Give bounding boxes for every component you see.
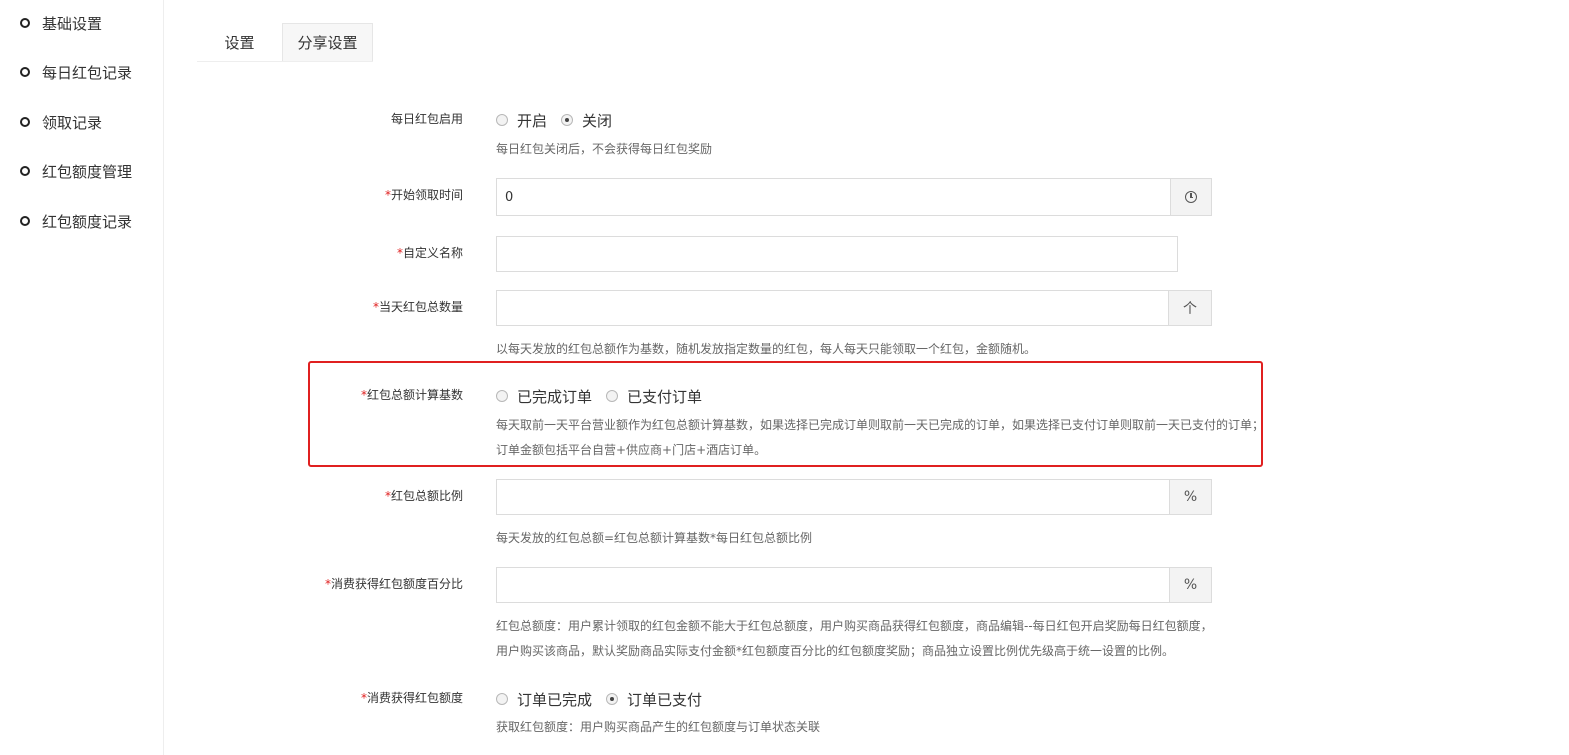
- calc-base-help-line1: 每天取前一天平台营业额作为红包总额计算基数，如果选择已完成订单则取前一天已完成的…: [496, 418, 1265, 432]
- consume-quota-radio-group: 订单已完成 订单已支付: [496, 689, 716, 709]
- ratio-unit: %: [1169, 479, 1212, 515]
- consume-percent-unit: %: [1169, 567, 1212, 603]
- consume-quota-help: 获取红包额度：用户购买商品产生的红包额度与订单状态关联: [496, 720, 821, 734]
- sidebar-item-claim-records[interactable]: 领取记录: [20, 111, 102, 133]
- sidebar-item-basic-settings[interactable]: 基础设置: [20, 12, 102, 34]
- consume-percent-help-line2: 用户购买该商品，默认奖励商品实际支付金额*红包额度百分比的红包额度奖励；商品独立…: [496, 644, 1175, 658]
- ratio-label: *红包总额比例: [384, 489, 463, 503]
- radio-checked-icon: [606, 693, 619, 705]
- radio-unchecked-icon: [606, 390, 619, 402]
- custom-name-label: *自定义名称: [396, 246, 463, 260]
- radio-label: 订单已完成: [517, 690, 593, 709]
- calc-base-label: *红包总额计算基数: [360, 388, 463, 402]
- custom-name-input[interactable]: [496, 236, 1178, 272]
- radio-label: 订单已支付: [627, 690, 703, 709]
- circle-icon: [20, 216, 30, 226]
- daily-count-unit: 个: [1168, 290, 1212, 326]
- radio-label: 已完成订单: [517, 387, 593, 406]
- radio-label: 开启: [517, 111, 548, 130]
- tab-bar: 设置 分享设置: [197, 23, 373, 62]
- calc-base-radio-completed[interactable]: 已完成订单: [496, 386, 592, 407]
- clock-icon: [1185, 191, 1197, 203]
- consume-quota-label: *消费获得红包额度: [360, 691, 463, 705]
- daily-count-input[interactable]: [496, 290, 1170, 326]
- radio-unchecked-icon: [496, 114, 508, 126]
- consume-quota-radio-paid[interactable]: 订单已支付: [606, 689, 702, 710]
- enable-radio-on[interactable]: 开启: [496, 110, 547, 131]
- tab-settings[interactable]: 设置: [197, 23, 282, 61]
- sidebar-item-quota-records[interactable]: 红包额度记录: [20, 210, 132, 232]
- sidebar-item-label: 领取记录: [42, 113, 103, 132]
- radio-label: 关闭: [582, 111, 613, 130]
- sidebar-item-label: 红包额度记录: [42, 212, 133, 231]
- enable-label: 每日红包启用: [390, 112, 463, 126]
- calc-base-radio-paid[interactable]: 已支付订单: [606, 386, 702, 407]
- circle-icon: [20, 166, 30, 176]
- enable-radio-off[interactable]: 关闭: [561, 110, 612, 131]
- calc-base-help-line2: 订单金额包括平台自营+供应商+门店+酒店订单。: [496, 443, 767, 457]
- start-time-picker-button[interactable]: [1170, 178, 1212, 216]
- sidebar-item-label: 红包额度管理: [42, 162, 133, 181]
- sidebar-item-label: 基础设置: [42, 14, 103, 33]
- radio-unchecked-icon: [496, 390, 508, 402]
- circle-icon: [20, 18, 30, 28]
- enable-help: 每日红包关闭后，不会获得每日红包奖励: [496, 142, 713, 156]
- ratio-input[interactable]: [496, 479, 1171, 515]
- ratio-help: 每天发放的红包总额=红包总额计算基数*每日红包总额比例: [496, 531, 813, 545]
- tab-share-settings[interactable]: 分享设置: [282, 23, 373, 61]
- sidebar-item-label: 每日红包记录: [42, 63, 133, 82]
- start-time-label: *开始领取时间: [384, 188, 463, 202]
- start-time-input[interactable]: 0: [496, 178, 1172, 216]
- radio-label: 已支付订单: [627, 387, 703, 406]
- consume-percent-help-line1: 红包总额度：用户累计领取的红包金额不能大于红包总额度，用户购买商品获得红包额度，…: [496, 619, 1213, 633]
- radio-unchecked-icon: [496, 693, 508, 705]
- sidebar-item-quota-management[interactable]: 红包额度管理: [20, 160, 132, 182]
- consume-quota-radio-completed[interactable]: 订单已完成: [496, 689, 592, 710]
- circle-icon: [20, 67, 30, 77]
- daily-count-help: 以每天发放的红包总额作为基数，随机发放指定数量的红包，每人每天只能领取一个红包，…: [496, 342, 1037, 356]
- consume-percent-input[interactable]: [496, 567, 1171, 603]
- sidebar: 基础设置 每日红包记录 领取记录 红包额度管理 红包额度记录: [0, 0, 164, 755]
- consume-percent-label: *消费获得红包额度百分比: [324, 577, 463, 591]
- enable-radio-group: 开启 关闭: [496, 110, 626, 130]
- calc-base-radio-group: 已完成订单 已支付订单: [496, 386, 716, 406]
- sidebar-item-daily-records[interactable]: 每日红包记录: [20, 61, 132, 83]
- daily-count-label: *当天红包总数量: [372, 300, 463, 314]
- circle-icon: [20, 117, 30, 127]
- radio-checked-icon: [561, 114, 574, 126]
